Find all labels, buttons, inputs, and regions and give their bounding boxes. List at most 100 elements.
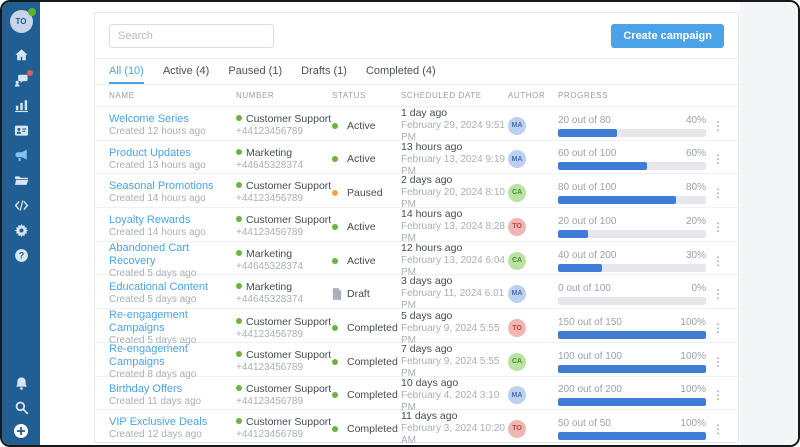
table-row: Seasonal Promotions Created 14 hours ago… [95,174,738,208]
campaign-name-link[interactable]: Product Updates [109,147,236,160]
sidebar-item-search[interactable] [8,399,34,415]
progress-percent: 100% [680,384,706,395]
progress-cell: 40 out of 200 30% [558,250,710,272]
status-label: Active [347,221,376,233]
campaign-created-text: Created 12 hours ago [109,126,236,138]
number-cell: Customer Support +44123456789 [236,113,332,138]
scheduled-relative: 7 days ago [401,343,508,356]
channel-name: Customer Support [246,349,331,361]
campaign-name-link[interactable]: Re-engagement Campaigns [109,343,236,369]
channel-status-dot [236,216,242,222]
campaign-created-text: Created 8 days ago [109,369,236,381]
progress-bar [558,264,706,272]
sidebar-item-contacts[interactable] [8,122,34,138]
row-menu-button[interactable]: ⋮ [710,323,726,333]
campaign-created-text: Created 5 days ago [109,268,236,280]
tab-all-10[interactable]: All (10) [109,59,144,84]
home-icon [14,48,29,63]
author-cell: TO [508,420,558,438]
sidebar-item-campaigns[interactable] [8,147,34,163]
scheduled-date-cell: 2 days ago February 20, 2024 8:10 PM [401,174,508,211]
sidebar-item-developer[interactable] [8,197,34,213]
author-avatar: MA [508,386,526,404]
status-dot [332,359,338,365]
campaign-name-link[interactable]: Loyalty Rewards [109,214,236,227]
online-status-dot [28,8,36,16]
scheduled-relative: 14 hours ago [401,208,508,221]
megaphone-icon [14,148,29,163]
channel-name: Marketing [246,248,292,260]
progress-bar [558,230,706,238]
campaign-name-link[interactable]: VIP Exclusive Deals [109,416,236,429]
campaign-name-link[interactable]: Welcome Series [109,113,236,126]
campaign-created-text: Created 14 hours ago [109,193,236,205]
sidebar-item-settings[interactable] [8,222,34,238]
create-campaign-button[interactable]: Create campaign [611,24,724,48]
campaign-name-link[interactable]: Abandoned Cart Recovery [109,242,236,268]
channel-name: Marketing [246,147,292,159]
channel-status-dot [236,250,242,256]
sidebar-item-folders[interactable] [8,172,34,188]
author-avatar: TO [508,319,526,337]
campaign-name-link[interactable]: Birthday Offers [109,383,236,396]
campaign-created-text: Created 11 days ago [109,396,236,408]
row-menu-button[interactable]: ⋮ [710,121,726,131]
status-dot [332,258,338,264]
row-menu-button[interactable]: ⋮ [710,390,726,400]
row-menu-button[interactable]: ⋮ [710,188,726,198]
campaign-name-link[interactable]: Re-engagement Campaigns [109,309,236,335]
campaign-name-link[interactable]: Seasonal Promotions [109,180,236,193]
progress-bar-fill [558,365,706,373]
table-row: Re-engagement Campaigns Created 5 days a… [95,309,738,343]
progress-percent: 80% [686,182,706,193]
sidebar-bottom-nav [8,375,34,447]
progress-bar-fill [558,264,602,272]
app-window: TO ? Create campaign All (10) Active (4) P… [0,0,800,447]
column-header-number: NUMBER [236,91,332,100]
tab-drafts-1[interactable]: Drafts (1) [301,59,347,84]
sidebar-item-analytics[interactable] [8,97,34,113]
author-avatar: CA [508,353,526,371]
sidebar-item-add[interactable] [8,423,34,439]
row-menu-button[interactable]: ⋮ [710,222,726,232]
sidebar-item-messages[interactable] [8,72,34,88]
user-avatar[interactable]: TO [10,10,33,33]
phone-number: +44123456789 [236,227,332,239]
progress-bar [558,297,706,305]
tab-label: Active (4) [163,65,209,77]
notification-badge [27,70,33,76]
tab-completed-4[interactable]: Completed (4) [366,59,436,84]
author-cell: CA [508,353,558,371]
status-cell: Completed [332,356,401,368]
row-menu-button[interactable]: ⋮ [710,256,726,266]
table-row: Abandoned Cart Recovery Created 5 days a… [95,242,738,276]
sidebar-item-home[interactable] [8,47,34,63]
progress-cell: 150 out of 150 100% [558,317,710,339]
author-cell: CA [508,252,558,270]
row-menu-button[interactable]: ⋮ [710,154,726,164]
channel-status-dot [236,283,242,289]
tab-label: Paused (1) [228,65,282,77]
sidebar-item-notifications[interactable] [8,375,34,391]
progress-count: 0 out of 100 [558,283,611,294]
table-row: Re-engagement Campaigns Created 8 days a… [95,343,738,377]
row-menu-button[interactable]: ⋮ [710,357,726,367]
phone-number: +44645328374 [236,160,332,172]
campaign-name-link[interactable]: Educational Content [109,281,236,294]
user-initials: TO [16,17,27,26]
campaign-name-cell: Welcome Series Created 12 hours ago [109,113,236,138]
row-menu-button[interactable]: ⋮ [710,424,726,434]
progress-percent: 100% [680,317,706,328]
code-icon [14,198,29,213]
campaign-name-cell: Re-engagement Campaigns Created 5 days a… [109,309,236,347]
campaign-created-text: Created 13 hours ago [109,160,236,172]
progress-bar [558,365,706,373]
search-input[interactable] [109,24,274,48]
tab-active-4[interactable]: Active (4) [163,59,209,84]
question-icon: ? [14,248,29,263]
status-cell: Completed [332,389,401,401]
sidebar-item-help[interactable]: ? [8,247,34,263]
filter-tabs: All (10) Active (4) Paused (1) Drafts (1) Co… [95,58,738,85]
row-menu-button[interactable]: ⋮ [710,289,726,299]
tab-paused-1[interactable]: Paused (1) [228,59,282,84]
